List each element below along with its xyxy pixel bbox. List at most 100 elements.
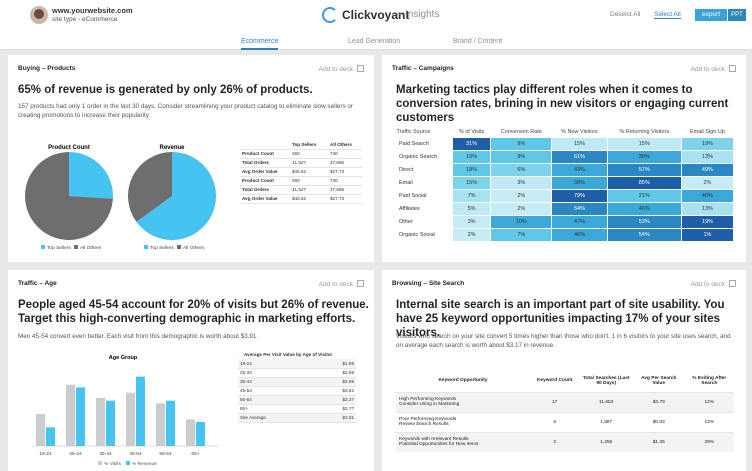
legend-revenue: % Revenue (132, 461, 157, 467)
table-row: Other 3% 10% 47% 53% 19% (396, 214, 735, 229)
heatmap-cell: 19% (680, 136, 735, 151)
table-row: Paid Social 7% 2% 79% 21% 40% (396, 188, 735, 203)
panel-title: Traffic – Age (18, 280, 57, 287)
add-to-deck-checkbox[interactable]: Add to deck (691, 65, 736, 73)
row-label: Direct (396, 162, 453, 177)
bar-visits (156, 403, 165, 446)
bar-visits (36, 414, 45, 446)
site-type: site type - eCommerce (52, 16, 118, 23)
panel-browsing-site-search: Browsing – Site Search Add to deck Inter… (382, 270, 746, 471)
panel-buying-products: Buying – Products Add to deck 65% of rev… (8, 55, 374, 262)
pie-slice-top-sellers (69, 152, 113, 199)
pie-charts: Product Count Revenue Top Sellers All Ot… (25, 145, 216, 251)
top-bar: www.yourwebsite.com site type - eCommerc… (0, 0, 752, 32)
table-row: Product Count 260 740 (240, 149, 362, 158)
table-row: Paid Search 31% 9% 15% 15% 19% (396, 136, 735, 151)
tab-brand-content[interactable]: Brand / Content (453, 38, 502, 45)
column-header: % New Visitors (561, 128, 598, 135)
tab-lead-generation[interactable]: Lead Generation (348, 38, 400, 45)
row-label: Paid Search (396, 136, 453, 151)
table-row: Affiliates 5% 2% 54% 46% 13% (396, 201, 735, 216)
add-to-deck-label: Add to deck (690, 281, 725, 288)
bar-revenue (76, 387, 85, 446)
table-row: Poor Performing Keywords Review Search Re… (396, 411, 734, 432)
heatmap-cell: 43% (551, 162, 608, 177)
legend-visits: % Visits (104, 461, 122, 467)
checkbox-icon[interactable] (357, 280, 364, 287)
per-visit-value-table: Average Per Visit Value by Age of Visito… (238, 352, 356, 423)
heatmap-cell: 61% (551, 149, 608, 164)
table-row: 65+ $2.77 (238, 406, 356, 413)
table-row: 18-24 $1.89 (238, 359, 356, 368)
column-header: % of Visits (458, 128, 485, 135)
heatmap-cell: 10% (490, 214, 553, 229)
heatmap-cell: 57% (606, 162, 682, 177)
heatmap-cell: 13% (680, 201, 735, 216)
panel-title: Traffic – Campaigns (392, 65, 454, 72)
checkbox-icon[interactable] (729, 280, 736, 287)
row-label: Paid Social (396, 188, 453, 203)
heatmap-cell: 9% (490, 136, 553, 151)
heatmap-cell: 31% (451, 136, 492, 151)
bar-visits (186, 419, 195, 446)
heatmap-cell: 40% (680, 188, 735, 203)
heatmap-cell: 19% (451, 149, 492, 164)
table-row: 25-34 $2.98 (238, 370, 356, 377)
bar-visits (96, 398, 105, 446)
row-label: Organic Search (396, 149, 453, 164)
bar-revenue (166, 400, 175, 446)
table-row: Avg Order Value $46.62 $27.73 (240, 167, 362, 176)
legend-swatch-all-others (177, 245, 181, 249)
table-row: Keywords with Irrelevant Results Potentia… (396, 431, 734, 452)
heatmap-cell: 47% (551, 214, 608, 229)
heatmap-cell: 38% (551, 175, 608, 190)
table-row: 55-64 $3.37 (238, 395, 356, 404)
bar-revenue (136, 376, 145, 446)
panel-headline: Marketing tactics play different roles w… (396, 84, 729, 124)
x-tick-label: 55-64 (159, 451, 172, 457)
x-tick-label: 45-54 (129, 451, 142, 457)
heatmap-cell: 7% (490, 227, 553, 242)
table-row: Organic Search 19% 9% 61% 39% 13% (396, 149, 735, 164)
add-to-deck-checkbox[interactable]: Add to deck (319, 65, 364, 73)
legend-swatch-visits (98, 461, 102, 465)
row-label: Organic Social (396, 227, 453, 242)
column-header: Conversion Rate (500, 128, 542, 135)
legend-top-sellers: Top Sellers (47, 245, 71, 251)
add-to-deck-label: Add to deck (318, 66, 353, 73)
avatar[interactable] (30, 6, 48, 24)
heatmap-cell: 3% (490, 175, 553, 190)
row-label: Email (396, 175, 453, 190)
keyword-opportunity-table: Keyword Opportunity Keyword Count Total … (396, 370, 734, 452)
heatmap-cell: 79% (551, 188, 608, 203)
bar-revenue (46, 427, 55, 446)
heatmap-cell: 9% (490, 149, 553, 164)
heatmap-cell: 19% (680, 214, 735, 229)
panel-subtext: Men 45-54 convert even better. Each visi… (18, 333, 259, 340)
add-to-deck-checkbox[interactable]: Add to deck (319, 280, 364, 288)
bar-visits (66, 384, 75, 446)
export-button[interactable]: export (695, 9, 727, 21)
add-to-deck-label: Add to deck (690, 66, 725, 73)
product-stats-table: Top Sellers All Others Product Count 260 74… (240, 140, 362, 204)
add-to-deck-checkbox[interactable]: Add to deck (691, 280, 736, 288)
panel-title: Buying – Products (18, 65, 76, 72)
x-tick-label: 65+ (191, 451, 199, 457)
column-header: All Others (330, 141, 352, 147)
heatmap-cell: 15% (606, 136, 682, 151)
chart-title: Age Group (109, 355, 138, 361)
tab-ecommerce[interactable]: Ecommerce (241, 38, 279, 50)
bar-visits (126, 392, 135, 446)
ppt-button[interactable]: PPT (728, 9, 746, 21)
deselect-all-link[interactable]: Deselct All (610, 11, 640, 18)
bar-revenue (106, 400, 115, 446)
heatmap-cell: 54% (551, 201, 608, 216)
heatmap-cell: 1% (680, 227, 735, 242)
checkbox-icon[interactable] (729, 65, 736, 72)
table-title: Average Per Visit Value by Age of Visito… (244, 352, 333, 357)
select-all-link[interactable]: Select All (654, 11, 681, 19)
age-group-bar-chart: Age Group % Visits % Revenue 18-24 25-34 3… (32, 355, 218, 467)
panel-headline: People aged 45-54 account for 20% of vis… (18, 299, 369, 325)
checkbox-icon[interactable] (357, 65, 364, 72)
table-row: Direct 18% 6% 43% 57% 49% (396, 162, 735, 177)
